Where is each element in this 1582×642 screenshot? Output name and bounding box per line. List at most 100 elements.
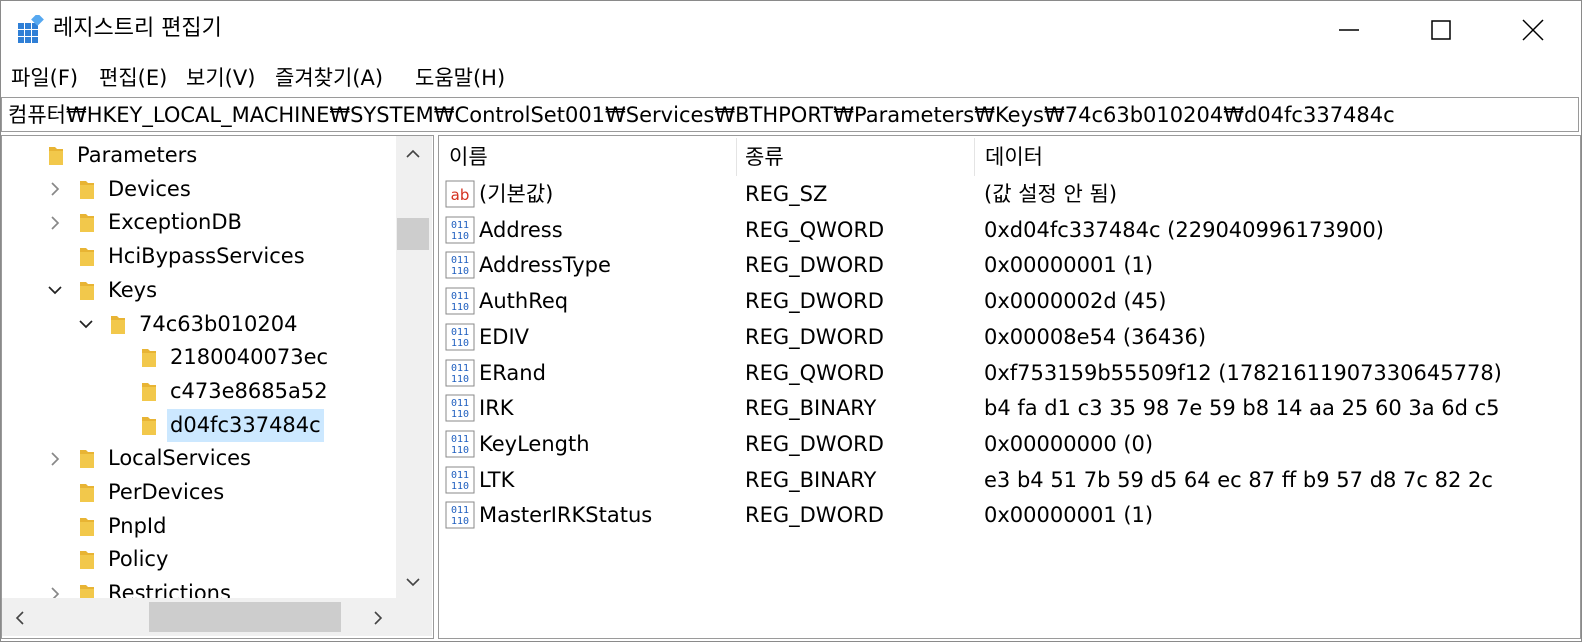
menu-help[interactable]: 도움말(H) bbox=[415, 63, 505, 93]
scroll-left-icon[interactable] bbox=[14, 610, 26, 626]
maximize-icon bbox=[1431, 20, 1451, 40]
tree-node-label[interactable]: ExceptionDB bbox=[105, 206, 245, 239]
tree-vertical-scroll-thumb[interactable] bbox=[397, 218, 429, 250]
svg-text:011: 011 bbox=[451, 398, 469, 409]
menu-view[interactable]: 보기(V) bbox=[186, 63, 255, 93]
expanded-chevron-icon[interactable] bbox=[45, 274, 65, 307]
value-name: IRK bbox=[479, 396, 514, 421]
address-bar[interactable]: 컴퓨터₩HKEY_LOCAL_MACHINE₩SYSTEM₩ControlSet… bbox=[1, 97, 1579, 132]
collapsed-chevron-icon[interactable] bbox=[45, 442, 65, 475]
tree-node[interactable]: Parameters bbox=[2, 139, 397, 172]
binary-value-icon: 011110 bbox=[445, 466, 475, 494]
tree-node[interactable]: 2180040073ec bbox=[2, 341, 397, 374]
folder-icon bbox=[80, 484, 94, 502]
tree-node[interactable]: d04fc337484c bbox=[2, 408, 397, 442]
value-data: 0xf753159b55509f12 (17821611907330645778… bbox=[984, 360, 1502, 385]
tree-horizontal-scrollbar[interactable] bbox=[2, 598, 396, 636]
svg-text:110: 110 bbox=[451, 516, 469, 527]
value-type: REG_DWORD bbox=[745, 503, 884, 528]
value-type: REG_DWORD bbox=[745, 324, 884, 349]
binary-value-icon: 011110 bbox=[445, 359, 475, 386]
svg-text:110: 110 bbox=[451, 302, 469, 313]
key-tree-pane[interactable]: Parameters Devices ExceptionDB HciBypassSer… bbox=[1, 135, 434, 639]
tree-node-label[interactable]: Policy bbox=[105, 543, 171, 576]
svg-text:011: 011 bbox=[451, 470, 469, 481]
tree-node[interactable]: LocalServices bbox=[2, 442, 397, 475]
minimize-button[interactable] bbox=[1303, 1, 1395, 59]
string-value-icon: ab bbox=[445, 180, 475, 208]
scroll-right-icon[interactable] bbox=[372, 610, 384, 626]
column-header-data[interactable]: 데이터 bbox=[985, 140, 1043, 174]
menu-favorites[interactable]: 즐겨찾기(A) bbox=[275, 63, 383, 93]
binary-value-icon: 011110 bbox=[445, 501, 475, 529]
tree-node-label[interactable]: LocalServices bbox=[105, 442, 254, 475]
tree-node[interactable]: HciBypassServices bbox=[2, 240, 397, 273]
tree-node[interactable]: ExceptionDB bbox=[2, 206, 397, 239]
collapsed-chevron-icon[interactable] bbox=[45, 173, 65, 206]
column-header-name[interactable]: 이름 bbox=[449, 140, 488, 174]
value-data: 0x00000001 (1) bbox=[984, 253, 1154, 278]
scroll-up-icon[interactable] bbox=[405, 148, 421, 160]
tree-node-label[interactable]: Parameters bbox=[74, 139, 200, 172]
close-button[interactable] bbox=[1487, 1, 1579, 59]
column-divider[interactable] bbox=[974, 138, 975, 176]
tree-node-label[interactable]: PnpId bbox=[105, 510, 169, 543]
selected-tree-node-label[interactable]: d04fc337484c bbox=[167, 408, 324, 442]
value-row[interactable]: 011 110 AddressType REG_DWORD 0x00000001 (1) bbox=[439, 248, 1539, 283]
value-data: e3 b4 51 7b 59 d5 64 ec 87 ff b9 57 d8 7… bbox=[984, 467, 1493, 492]
value-row[interactable]: 011 110 MasterIRKStatus REG_DWORD 0x00000001… bbox=[439, 498, 1539, 533]
value-row[interactable]: ab (기본값) REG_SZ (값 설정 안 됨) bbox=[439, 177, 1539, 212]
tree-node[interactable]: Devices bbox=[2, 173, 397, 206]
svg-text:110: 110 bbox=[451, 481, 469, 492]
menu-edit[interactable]: 편집(E) bbox=[99, 63, 167, 93]
folder-icon bbox=[111, 315, 125, 334]
value-type: REG_BINARY bbox=[745, 467, 877, 492]
value-row[interactable]: 011 110 IRK REG_BINARY b4 fa d1 c3 35 98 7e … bbox=[439, 391, 1539, 426]
tree-node-label[interactable]: Keys bbox=[105, 274, 160, 307]
tree-node[interactable]: c473e8685a52 bbox=[2, 375, 397, 408]
collapsed-chevron-icon[interactable] bbox=[45, 206, 65, 239]
value-row[interactable]: 011 110 Address REG_QWORD 0xd04fc337484c (22… bbox=[439, 213, 1539, 248]
value-row[interactable]: 011 110 EDIV REG_DWORD 0x00008e54 (36436) bbox=[439, 320, 1539, 355]
column-divider[interactable] bbox=[736, 138, 737, 176]
expanded-chevron-icon[interactable] bbox=[76, 308, 96, 341]
value-name: ERand bbox=[479, 360, 546, 385]
column-header-type[interactable]: 종류 bbox=[745, 140, 784, 174]
menu-file[interactable]: 파일(F) bbox=[11, 63, 78, 93]
svg-text:011: 011 bbox=[451, 434, 469, 445]
tree-node-label[interactable]: Devices bbox=[105, 173, 194, 206]
folder-icon bbox=[142, 416, 156, 435]
close-icon bbox=[1522, 19, 1544, 41]
tree-node[interactable]: 74c63b010204 bbox=[2, 308, 397, 341]
svg-text:110: 110 bbox=[451, 338, 469, 349]
value-data: 0x00000000 (0) bbox=[984, 431, 1154, 456]
tree-horizontal-scroll-thumb[interactable] bbox=[149, 602, 341, 632]
value-row[interactable]: 011 110 KeyLength REG_DWORD 0x00000000 (0) bbox=[439, 427, 1539, 462]
tree-vertical-scrollbar[interactable] bbox=[396, 136, 432, 598]
scroll-down-icon[interactable] bbox=[405, 576, 421, 588]
svg-text:011: 011 bbox=[451, 363, 469, 374]
tree-node[interactable]: PnpId bbox=[2, 510, 397, 543]
binary-value-icon: 011110 bbox=[445, 323, 475, 351]
value-name: (기본값) bbox=[479, 182, 554, 206]
list-vertical-scrollbar bbox=[1544, 136, 1580, 636]
folder-icon bbox=[80, 180, 94, 199]
tree-node[interactable]: Policy bbox=[2, 543, 397, 576]
value-data: 0x0000002d (45) bbox=[984, 289, 1167, 314]
maximize-button[interactable] bbox=[1395, 1, 1487, 59]
tree-node-label[interactable]: PerDevices bbox=[105, 476, 227, 509]
tree-node[interactable]: Keys bbox=[2, 274, 397, 307]
tree-node-label[interactable]: c473e8685a52 bbox=[167, 375, 331, 408]
value-row[interactable]: 011 110 AuthReq REG_DWORD 0x0000002d (45) bbox=[439, 284, 1539, 319]
value-name: AuthReq bbox=[479, 289, 569, 314]
window-title: 레지스트리 편집기 bbox=[53, 16, 222, 41]
tree-node-label[interactable]: 74c63b010204 bbox=[136, 308, 300, 341]
tree-node-label[interactable]: 2180040073ec bbox=[167, 341, 331, 374]
values-list-pane[interactable]: 이름 종류 데이터 ab (기본값) REG_SZ (값 설정 안 됨) 011 110 A… bbox=[438, 135, 1581, 639]
tree-node-label[interactable]: HciBypassServices bbox=[105, 240, 308, 273]
value-row[interactable]: 011 110 LTK REG_BINARY e3 b4 51 7b 59 d5 64 … bbox=[439, 463, 1539, 498]
tree-node[interactable]: PerDevices bbox=[2, 476, 397, 509]
value-row[interactable]: 011 110 ERand REG_QWORD 0xf753159b55509f12 (… bbox=[439, 356, 1539, 391]
svg-text:011: 011 bbox=[451, 327, 469, 338]
title-bar[interactable]: 레지스트리 편집기 bbox=[1, 1, 1581, 59]
